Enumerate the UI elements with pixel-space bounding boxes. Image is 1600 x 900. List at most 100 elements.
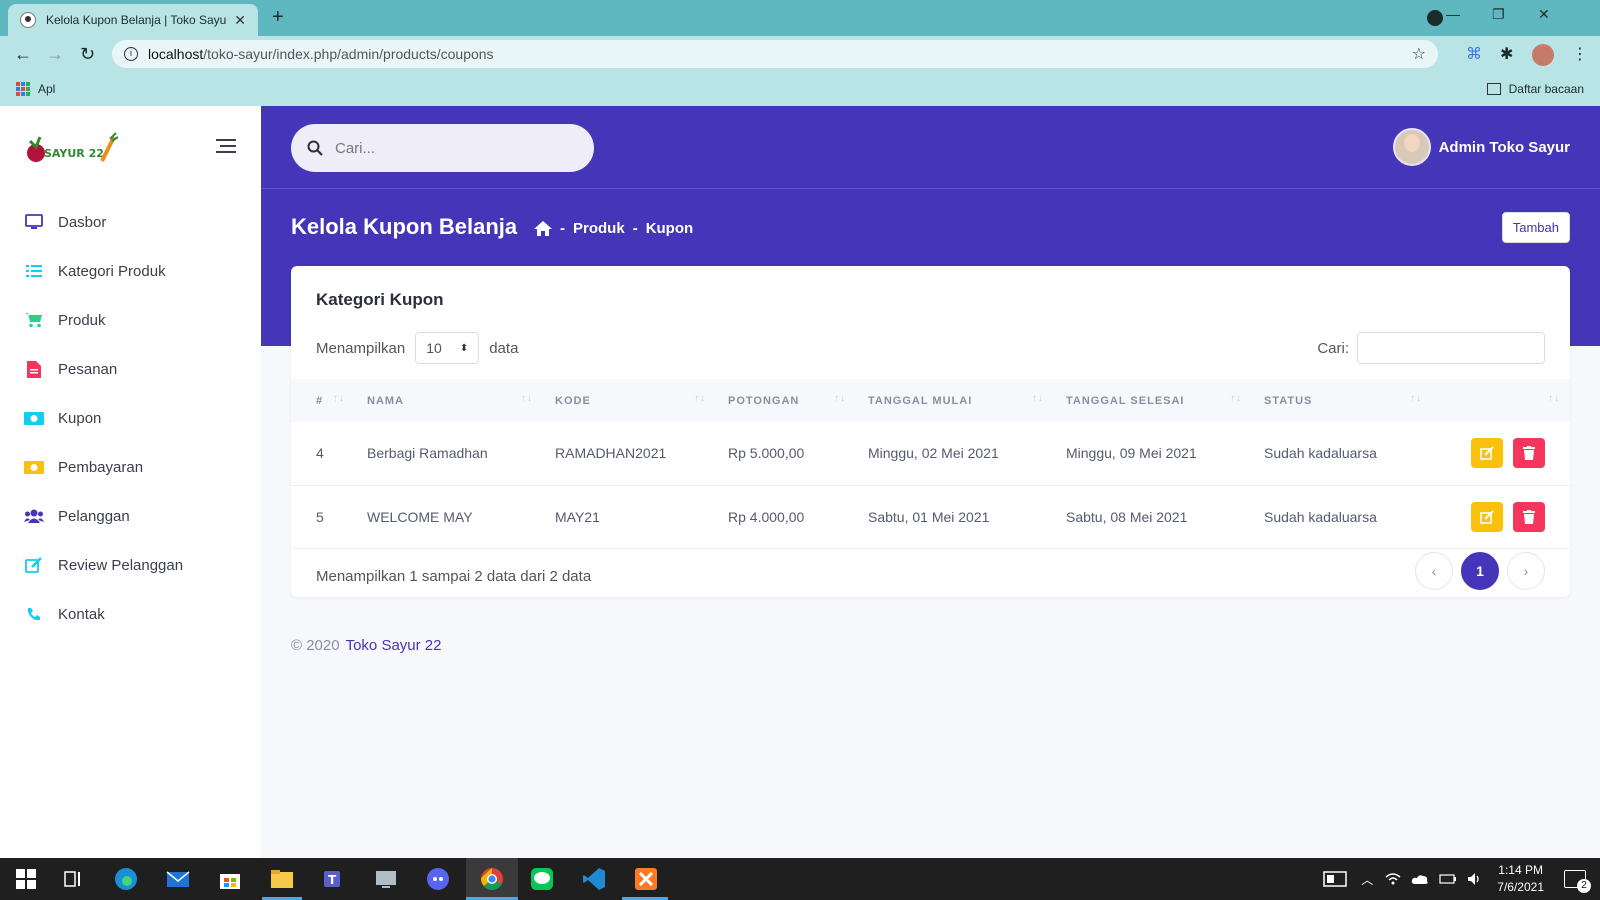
hamburger-icon[interactable] <box>216 138 236 154</box>
close-tab-icon[interactable]: ✕ <box>234 12 246 29</box>
volume-icon[interactable] <box>1467 872 1483 886</box>
col-header-nama[interactable]: NAMA ↑↓ <box>355 379 543 422</box>
battery-icon[interactable] <box>1439 874 1457 884</box>
delete-button[interactable] <box>1513 438 1545 469</box>
sidebar-item-label: Pelanggan <box>58 507 130 525</box>
pagination-next[interactable]: › <box>1507 552 1545 590</box>
forward-button[interactable]: → <box>46 44 64 65</box>
browser-menu-icon[interactable]: ⋮ <box>1572 44 1588 64</box>
table-filter: Cari: <box>1317 332 1545 364</box>
col-header-tanggal-selesai[interactable]: TANGGAL SELESAI ↑↓ <box>1054 379 1252 422</box>
cell-potongan: Rp 5.000,00 <box>728 445 805 462</box>
page-title: Kelola Kupon Belanja <box>291 214 518 239</box>
page-length-control: Menampilkan 10 ⬍ data <box>316 332 518 364</box>
new-tab-button[interactable]: + <box>272 6 284 29</box>
edit-button[interactable] <box>1471 438 1504 469</box>
news-icon[interactable] <box>1323 871 1348 887</box>
sort-icon: ↑↓ <box>333 393 345 404</box>
breadcrumb: - Produk - Kupon <box>534 220 693 237</box>
col-header-kode[interactable]: KODE ↑↓ <box>543 379 716 422</box>
col-header-tanggal-mulai[interactable]: TANGGAL MULAI ↑↓ <box>856 379 1054 422</box>
edit-button[interactable] <box>1471 501 1504 532</box>
col-header-no[interactable]: # ↑↓ <box>291 379 355 422</box>
extensions-icon[interactable]: ✱ <box>1500 44 1513 64</box>
edge-icon[interactable] <box>114 867 138 891</box>
xampp-icon[interactable] <box>634 867 658 891</box>
logo[interactable]: SAYUR 22 <box>24 131 118 167</box>
browser-tab[interactable]: Kelola Kupon Belanja | Toko Sayur 22 ✕ <box>8 4 258 36</box>
cart-icon <box>24 310 44 330</box>
sidebar-item-pembayaran[interactable]: Pembayaran <box>24 457 143 477</box>
restore-button[interactable]: ❐ <box>1492 6 1505 23</box>
money-icon <box>24 408 44 428</box>
cell-actions <box>1432 422 1570 485</box>
address-bar[interactable]: i localhost/toko-sayur/index.php/admin/p… <box>112 40 1438 68</box>
sidebar-item-kategori-produk[interactable]: Kategori Produk <box>24 261 166 281</box>
notification-count: 2 <box>1577 879 1591 893</box>
length-prefix: Menampilkan <box>316 339 406 357</box>
sidebar-item-review-pelanggan[interactable]: Review Pelanggan <box>24 555 183 575</box>
pagination-page-1[interactable]: 1 <box>1461 552 1499 590</box>
add-button[interactable]: Tambah <box>1501 212 1570 243</box>
cell-tanggal-selesai: Minggu, 09 Mei 2021 <box>1066 445 1197 462</box>
wifi-icon[interactable] <box>1385 872 1401 886</box>
breadcrumb-kupon: Kupon <box>645 220 694 237</box>
search-input[interactable] <box>335 139 565 157</box>
vscode-icon[interactable] <box>582 867 606 891</box>
clock[interactable]: 1:14 PM 7/6/2021 <box>1497 862 1544 896</box>
cell-tanggal-selesai: Sabtu, 08 Mei 2021 <box>1066 508 1188 525</box>
filter-input[interactable] <box>1357 332 1545 364</box>
home-icon[interactable] <box>534 221 552 236</box>
chrome-icon[interactable] <box>480 867 504 891</box>
windows-start-icon[interactable] <box>14 867 38 891</box>
task-view-icon[interactable] <box>62 867 86 891</box>
delete-button[interactable] <box>1513 501 1545 532</box>
line-icon[interactable] <box>530 867 554 891</box>
apps-link[interactable]: Apl <box>38 82 55 96</box>
reading-list-icon <box>1486 83 1501 95</box>
search-box[interactable] <box>291 124 594 172</box>
sidebar-item-dasbor[interactable]: Dasbor <box>24 212 106 232</box>
browser-toolbar: ← → ↻ i localhost/toko-sayur/index.php/a… <box>0 36 1600 72</box>
sort-icon: ↑↓ <box>834 393 846 404</box>
store-icon[interactable] <box>218 867 242 891</box>
sidebar-item-produk[interactable]: Produk <box>24 310 106 330</box>
reading-list-label: Daftar bacaan <box>1508 82 1584 96</box>
translate-extension-icon[interactable]: ⌘ <box>1466 44 1482 64</box>
user-menu[interactable]: Admin Toko Sayur <box>1392 128 1570 166</box>
minimize-button[interactable]: — <box>1446 6 1460 22</box>
page-length-select[interactable]: 10 ⬍ <box>415 332 480 364</box>
reading-list-button[interactable]: Daftar bacaan <box>1486 82 1584 96</box>
browser-tabbar: Kelola Kupon Belanja | Toko Sayur 22 ✕ +… <box>0 0 1600 36</box>
col-header-actions[interactable]: ↑↓ <box>1432 379 1570 422</box>
apps-grid-icon[interactable] <box>16 82 30 96</box>
mail-icon[interactable] <box>166 867 190 891</box>
file-explorer-icon[interactable] <box>270 867 294 891</box>
tab-search-icon[interactable] <box>1427 10 1443 26</box>
site-info-icon[interactable]: i <box>124 47 138 61</box>
list-icon <box>24 261 44 281</box>
col-header-status[interactable]: STATUS ↑↓ <box>1252 379 1432 422</box>
chevron-up-icon[interactable]: ︿ <box>1361 871 1373 888</box>
col-header-potongan[interactable]: POTONGAN ↑↓ <box>716 379 856 422</box>
taskbar: T ︿ 1:14 PM 7/6/2021 2 <box>0 858 1600 900</box>
reload-button[interactable]: ↻ <box>80 44 95 65</box>
footer-copyright: © 2020 <box>291 637 340 654</box>
close-window-button[interactable]: ✕ <box>1538 6 1550 23</box>
profile-avatar[interactable] <box>1532 44 1554 66</box>
teams-icon[interactable]: T <box>322 867 346 891</box>
discord-icon[interactable] <box>426 867 450 891</box>
back-button[interactable]: ← <box>14 44 32 65</box>
favicon-icon <box>20 12 36 28</box>
onedrive-icon[interactable] <box>1411 873 1429 885</box>
breadcrumb-produk[interactable]: Produk <box>573 220 625 237</box>
pagination-prev[interactable]: ‹ <box>1415 552 1453 590</box>
remote-desktop-icon[interactable] <box>374 867 398 891</box>
sidebar-item-kupon[interactable]: Kupon <box>24 408 101 428</box>
footer-brand-link[interactable]: Toko Sayur 22 <box>346 637 442 654</box>
sidebar-item-pesanan[interactable]: Pesanan <box>24 359 117 379</box>
sidebar-item-pelanggan[interactable]: Pelanggan <box>24 506 130 526</box>
notification-center-icon[interactable]: 2 <box>1564 870 1591 893</box>
bookmark-star-icon[interactable]: ☆ <box>1412 44 1426 64</box>
sidebar-item-kontak[interactable]: Kontak <box>24 604 105 624</box>
